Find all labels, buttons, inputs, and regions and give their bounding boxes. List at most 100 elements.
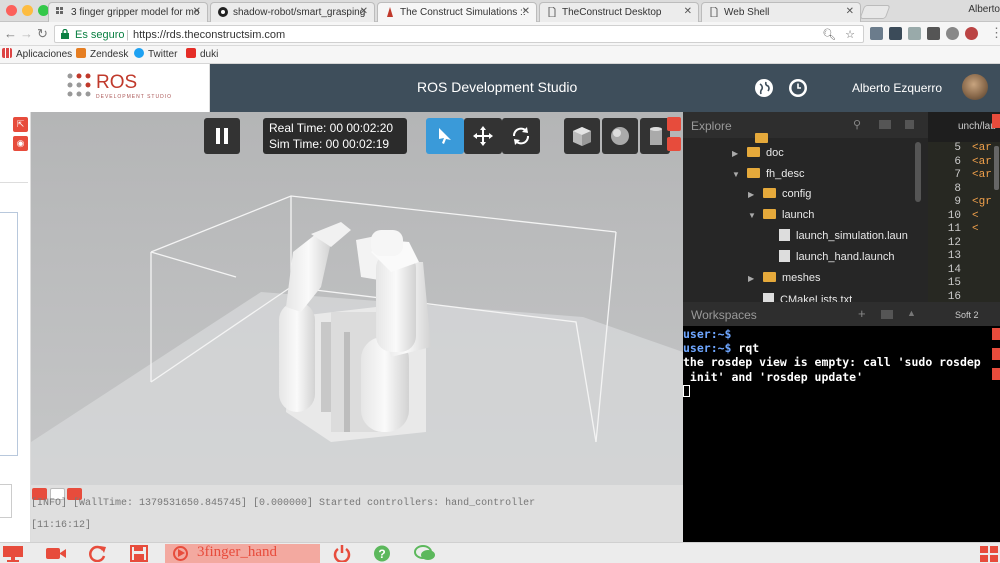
tree-item-launch-hand[interactable]: launch_hand.launch	[779, 250, 894, 263]
editor-scrollbar[interactable]	[994, 146, 999, 190]
power-icon[interactable]	[333, 545, 351, 562]
ros-logo[interactable]: ROS DEVELOPMENT STUDIO	[0, 64, 210, 112]
terminal-extra-icon[interactable]	[992, 368, 1000, 380]
code-lines[interactable]: <ar <ar <ar <gr < <	[972, 142, 992, 237]
browser-tab-web-shell[interactable]: Web Shell ✕	[701, 2, 861, 22]
save-icon[interactable]	[130, 545, 148, 562]
address-bar[interactable]: Es seguro | https://rds.theconstructsim.…	[54, 25, 864, 43]
line-number: 14	[947, 263, 961, 276]
zoom-icon[interactable]: 🔍︎	[822, 29, 836, 41]
collapse-up-icon[interactable]: ▲	[907, 308, 916, 318]
collapse-arrow-icon[interactable]: ▼	[748, 211, 756, 220]
eye-icon[interactable]: ◉	[13, 136, 28, 151]
terminal-line: user:~$	[683, 327, 731, 341]
minimize-window-dot[interactable]	[22, 5, 33, 16]
monitor-icon[interactable]	[2, 545, 24, 562]
close-tab-icon[interactable]: ✕	[684, 6, 692, 17]
omnibox-actions: 🔍︎ ☆	[822, 28, 855, 41]
collapse-arrow-icon[interactable]: ▼	[732, 170, 740, 179]
user-name[interactable]: Alberto Ezquerro	[852, 81, 942, 95]
insert-cylinder-button[interactable]	[640, 118, 670, 154]
editor-tab[interactable]: unch/lau	[928, 112, 1000, 142]
extension-e-icon[interactable]	[946, 27, 959, 40]
refresh-icon[interactable]	[88, 545, 108, 562]
terminal-prompt: user:~$	[683, 327, 732, 341]
close-window-dot[interactable]	[6, 5, 17, 16]
url-text[interactable]: https://rds.theconstructsim.com	[133, 29, 285, 41]
insert-box-button[interactable]	[564, 118, 600, 154]
tab-title: shadow-robot/smart_grasping	[233, 7, 366, 18]
bookmark-apps[interactable]: Aplicaciones	[2, 48, 72, 60]
archive-icon[interactable]	[879, 120, 891, 129]
clock-icon[interactable]	[789, 79, 807, 97]
apps-grid-icon[interactable]	[979, 545, 999, 562]
bookmark-zendesk[interactable]: Zendesk	[76, 48, 128, 60]
lock-icon[interactable]	[905, 120, 914, 129]
close-tab-icon[interactable]: ✕	[522, 6, 530, 17]
code-line: <ar	[972, 142, 992, 154]
launch-simulation-button[interactable]: 3finger_hand	[165, 544, 320, 563]
list-icon[interactable]	[667, 137, 681, 151]
insert-sphere-button[interactable]	[602, 118, 638, 154]
tab-title: TheConstruct Desktop	[562, 7, 662, 18]
back-arrow-icon[interactable]: ←	[4, 26, 17, 41]
apps-grid-icon	[2, 48, 12, 58]
bookmark-twitter[interactable]: Twitter	[134, 48, 177, 60]
extension-f-icon[interactable]	[965, 27, 978, 40]
bookmark-duki[interactable]: duki	[186, 48, 218, 60]
tree-item-folder[interactable]	[755, 133, 774, 145]
expand-arrow-icon[interactable]: ▶	[748, 274, 754, 283]
expand-arrow-icon[interactable]: ▶	[748, 190, 754, 199]
archive-icon[interactable]	[881, 310, 893, 319]
tree-item-fh-desc[interactable]: fh_desc	[747, 168, 805, 180]
editor-close-icon[interactable]	[992, 114, 1000, 128]
close-tab-icon[interactable]: ✕	[846, 6, 854, 17]
chrome-menu-icon[interactable]: ⋮	[990, 25, 1000, 41]
extension-d-icon[interactable]	[927, 27, 940, 40]
tree-item-meshes[interactable]: meshes	[763, 272, 821, 284]
tree-item-launch-simulation[interactable]: launch_simulation.laun	[779, 229, 908, 242]
globe-icon[interactable]	[755, 79, 773, 97]
extension-c-icon[interactable]	[908, 27, 921, 40]
search-icon[interactable]: ⚲	[853, 118, 861, 131]
terminal-output: the rosdep view is empty: call 'sudo ros…	[683, 355, 981, 369]
tree-item-doc[interactable]: doc	[747, 147, 784, 159]
avatar[interactable]	[962, 74, 988, 100]
terminal-eye-icon[interactable]	[992, 348, 1000, 360]
help-icon[interactable]: ?	[373, 545, 391, 562]
close-tab-icon[interactable]: ✕	[360, 6, 368, 17]
forward-arrow-icon[interactable]: →	[20, 26, 33, 41]
bookmark-star-icon[interactable]: ☆	[845, 29, 855, 41]
line-number: 11	[947, 223, 961, 235]
browser-tab-construct-desktop[interactable]: TheConstruct Desktop ✕	[539, 2, 699, 22]
terminal[interactable]: user:~$ user:~$ rqt the rosdep view is e…	[683, 326, 1000, 542]
gazebo-viewport[interactable]: Real Time: 00 00:02:20 Sim Time: 00 00:0…	[31, 112, 683, 485]
profile-name[interactable]: Alberto	[968, 4, 1000, 15]
explorer-scrollbar[interactable]	[915, 142, 921, 202]
external-link-icon[interactable]: ⇱	[13, 117, 28, 132]
translate-mode-button[interactable]	[464, 118, 502, 154]
fullscreen-icon[interactable]	[667, 117, 681, 131]
expand-arrow-icon[interactable]: ▶	[732, 149, 738, 158]
browser-tab-gripper[interactable]: 3 finger gripper model for mo ✕	[48, 2, 208, 22]
tree-item-config[interactable]: config	[763, 188, 811, 200]
tree-item-cmakelists[interactable]: CMakeLists.txt	[763, 293, 852, 302]
pause-button[interactable]	[204, 118, 240, 154]
tree-item-launch[interactable]: launch	[763, 209, 814, 221]
rotate-mode-button[interactable]	[502, 118, 540, 154]
browser-tab-construct-sim[interactable]: The Construct Simulations :: ✕	[377, 2, 537, 23]
reload-icon[interactable]: ↻	[37, 26, 48, 42]
add-workspace-icon[interactable]: +	[858, 306, 866, 321]
pause-icon	[216, 128, 228, 144]
camera-icon[interactable]	[45, 545, 67, 562]
workspaces-title: Workspaces	[691, 308, 757, 322]
browser-tab-github[interactable]: shadow-robot/smart_grasping ✕	[210, 2, 375, 22]
terminal-close-icon[interactable]	[992, 328, 1000, 340]
extension-a-icon[interactable]	[870, 27, 883, 40]
terminal-cursor-line	[683, 384, 690, 398]
new-tab-button[interactable]	[859, 5, 891, 19]
close-tab-icon[interactable]: ✕	[193, 6, 201, 17]
extension-b-icon[interactable]	[889, 27, 902, 40]
chat-icon[interactable]	[414, 545, 436, 562]
select-mode-button[interactable]	[426, 118, 464, 154]
